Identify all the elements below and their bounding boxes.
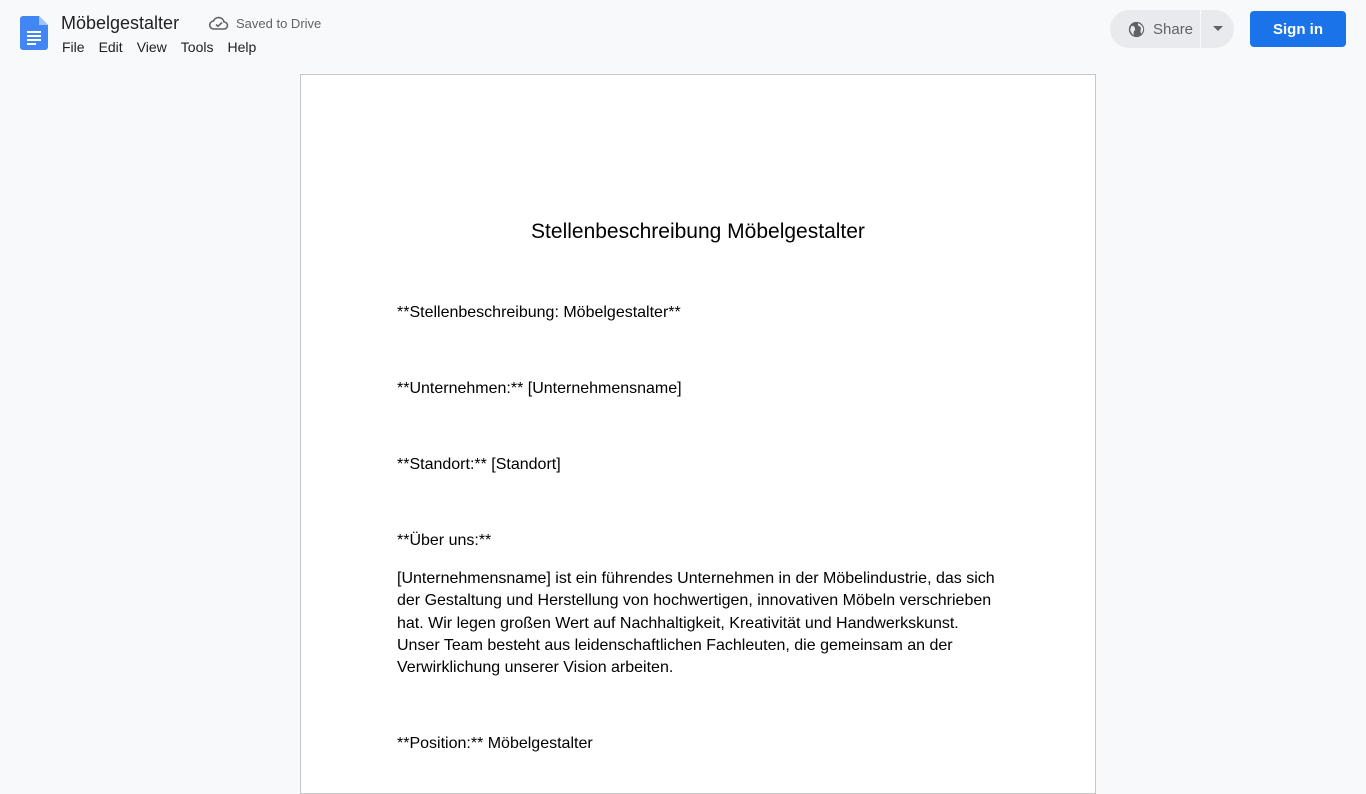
document-page[interactable]: Stellenbeschreibung Möbelgestalter **Ste… [300, 74, 1096, 794]
cloud-done-icon [209, 16, 229, 30]
paragraph-position: **Position:** Möbelgestalter [397, 735, 593, 752]
paragraph-about-heading: **Über uns:** [397, 532, 492, 549]
share-label: Share [1153, 20, 1194, 38]
paragraph-location: **Standort:** [Standort] [397, 456, 561, 473]
menu-edit[interactable]: Edit [92, 36, 130, 58]
save-status-label: Saved to Drive [236, 15, 322, 31]
menu-tools[interactable]: Tools [174, 36, 221, 58]
globe-icon [1128, 21, 1145, 37]
docs-logo-icon[interactable] [20, 16, 48, 50]
share-options-button[interactable] [1201, 10, 1234, 48]
caret-down-icon [1212, 26, 1223, 31]
document-title[interactable]: Möbelgestalter [61, 11, 179, 35]
paragraph-about-body: [Unternehmensname] ist ein führendes Unt… [397, 570, 995, 677]
menu-help[interactable]: Help [220, 36, 263, 58]
paragraph-company: **Unternehmen:** [Unternehmensname] [397, 380, 682, 397]
share-group: Share [1110, 10, 1234, 48]
menu-file[interactable]: File [55, 36, 92, 58]
app-header: Möbelgestalter Saved to Drive File Edit … [0, 0, 1366, 64]
save-status[interactable]: Saved to Drive [209, 14, 321, 32]
sign-in-button[interactable]: Sign in [1250, 11, 1346, 47]
menu-bar: File Edit View Tools Help [55, 36, 263, 58]
menu-view[interactable]: View [130, 36, 174, 58]
share-button[interactable]: Share [1110, 10, 1200, 48]
paragraph-job-title: **Stellenbeschreibung: Möbelgestalter** [397, 304, 681, 321]
document-heading: Stellenbeschreibung Möbelgestalter [531, 220, 865, 243]
